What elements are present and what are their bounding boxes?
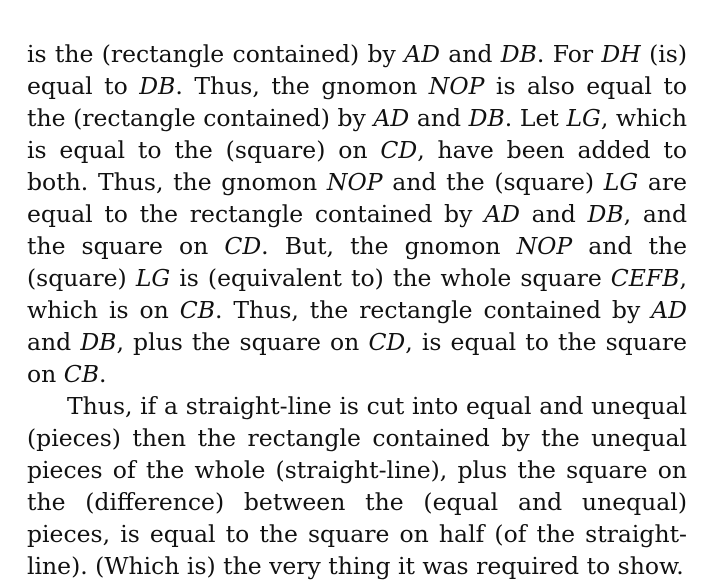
text-run: . For	[536, 40, 602, 68]
math-symbol: CD	[224, 232, 262, 260]
math-symbol: AD	[651, 296, 687, 324]
math-symbol: DB	[139, 72, 176, 100]
text-run: and	[439, 40, 501, 68]
math-symbol: DB	[500, 40, 537, 68]
math-symbol: DB	[468, 104, 505, 132]
text-run: is the (rectangle contained) by	[27, 40, 405, 68]
text-run: and	[409, 104, 469, 132]
math-symbol: LG	[603, 168, 639, 196]
text-run: Thus, if a straight-line is cut into equ…	[27, 392, 687, 580]
text-run: and	[519, 200, 588, 228]
text-run: . But, the gnomon	[261, 232, 517, 260]
math-symbol: NOP	[326, 168, 383, 196]
math-symbol: CB	[179, 296, 215, 324]
text-run: and the (square)	[382, 168, 604, 196]
text-run: , plus the square on	[116, 328, 369, 356]
text-run: and	[27, 328, 81, 356]
text-run: . Let	[504, 104, 567, 132]
math-symbol: AD	[373, 104, 410, 132]
math-symbol: AD	[484, 200, 520, 228]
math-symbol: CEFB	[610, 264, 680, 292]
math-symbol: LG	[135, 264, 171, 292]
math-symbol: LG	[566, 104, 601, 132]
math-symbol: AD	[404, 40, 440, 68]
math-symbol: NOP	[516, 232, 573, 260]
math-symbol: CD	[380, 136, 418, 164]
math-symbol: DH	[601, 40, 641, 68]
math-symbol: CD	[368, 328, 406, 356]
math-symbol: DB	[80, 328, 117, 356]
math-symbol: NOP	[428, 72, 485, 100]
text-run: is (equivalent to) the whole square	[170, 264, 611, 292]
math-symbol: CB	[63, 360, 100, 388]
text-run: .	[99, 360, 107, 388]
paragraph-proposition-statement: Thus, if a straight-line is cut into equ…	[27, 390, 687, 582]
math-symbol: DB	[587, 200, 624, 228]
text-run: . Thus, the rectangle contained by	[214, 296, 652, 324]
paragraph-proof-conclusion: is the (rectangle contained) by AD and D…	[27, 38, 687, 390]
document-page: is the (rectangle contained) by AD and D…	[27, 38, 687, 582]
text-run: . Thus, the gnomon	[175, 72, 429, 100]
